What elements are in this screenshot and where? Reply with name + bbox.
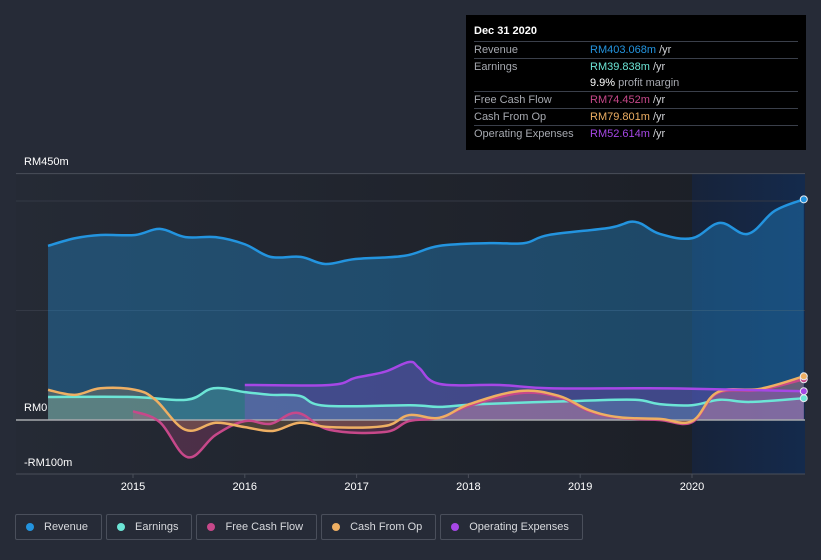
tooltip-value-number: RM403.068m bbox=[590, 44, 657, 56]
legend-dot-icon bbox=[26, 523, 34, 531]
legend-dot-icon bbox=[207, 523, 216, 531]
legend-dot-icon bbox=[332, 523, 341, 531]
legend-label: Revenue bbox=[44, 521, 89, 533]
legend-item-earnings[interactable]: Earnings bbox=[106, 514, 193, 540]
tooltip-value-unit: profit margin bbox=[615, 77, 680, 89]
legend-item-free-cash-flow[interactable]: Free Cash Flow bbox=[196, 514, 318, 540]
tooltip-value-number: 9.9% bbox=[590, 77, 616, 89]
tooltip-row: 9.9% profit margin bbox=[474, 75, 798, 91]
tooltip-value-unit: /yr bbox=[649, 128, 666, 140]
legend-label: Cash From Op bbox=[350, 521, 423, 533]
tooltip-value-number: RM74.452m bbox=[590, 94, 650, 106]
tooltip-value: RM39.838m /yr bbox=[590, 59, 665, 75]
earnings-endpoint bbox=[799, 394, 808, 403]
legend-label: Earnings bbox=[135, 521, 179, 533]
tooltip-row: Earnings RM39.838m /yr bbox=[474, 58, 798, 75]
tooltip-label: Free Cash Flow bbox=[474, 94, 552, 106]
legend-item-operating-expenses[interactable]: Operating Expenses bbox=[440, 514, 583, 540]
x-tick-label: 2019 bbox=[567, 481, 593, 493]
legend-item-revenue[interactable]: Revenue bbox=[15, 514, 103, 540]
y-tick-label: RM450m bbox=[24, 155, 69, 168]
tooltip-value: RM74.452m /yr bbox=[590, 92, 665, 108]
tooltip-label: Cash From Op bbox=[474, 111, 547, 123]
tooltip-row: Revenue RM403.068m /yr bbox=[474, 41, 798, 58]
x-tick-label: 2016 bbox=[232, 481, 258, 493]
legend-label: Operating Expenses bbox=[469, 521, 569, 533]
tooltip-value: RM52.614m /yr bbox=[590, 126, 665, 142]
tooltip-value-unit: /yr bbox=[649, 111, 666, 123]
x-tick-label: 2017 bbox=[344, 481, 369, 493]
legend-label: Free Cash Flow bbox=[225, 521, 304, 533]
tooltip-value-number: RM52.614m bbox=[590, 128, 650, 140]
tooltip: Dec 31 2020 Revenue RM403.068m /yr Earning… bbox=[466, 15, 806, 150]
x-tick-label: 2015 bbox=[120, 481, 146, 493]
x-tick-label: 2020 bbox=[679, 481, 705, 493]
y-tick-label: RM0 bbox=[24, 402, 48, 414]
legend-dot-icon bbox=[117, 523, 126, 531]
tooltip-row: Operating Expenses RM52.614m /yr bbox=[474, 125, 798, 142]
tooltip-value-number: RM79.801m bbox=[590, 111, 650, 123]
cash-from-op-endpoint bbox=[799, 372, 808, 381]
tooltip-value-unit: /yr bbox=[649, 94, 666, 106]
operating-expenses-endpoint bbox=[799, 387, 808, 396]
tooltip-label: Operating Expenses bbox=[474, 128, 574, 140]
tooltip-row: Free Cash Flow RM74.452m /yr bbox=[474, 91, 798, 108]
y-tick-label: -RM100m bbox=[24, 456, 73, 469]
tooltip-value: 9.9% profit margin bbox=[590, 75, 679, 91]
tooltip-date: Dec 31 2020 bbox=[474, 25, 537, 37]
tooltip-value-number: RM39.838m bbox=[590, 61, 650, 73]
tooltip-value-unit: /yr bbox=[649, 61, 666, 73]
tooltip-label bbox=[474, 75, 590, 91]
tooltip-label: Revenue bbox=[474, 44, 519, 56]
tooltip-value-unit: /yr bbox=[656, 44, 672, 56]
tooltip-label: Earnings bbox=[474, 61, 518, 73]
tooltip-row: Cash From Op RM79.801m /yr bbox=[474, 108, 798, 125]
tooltip-value: RM79.801m /yr bbox=[590, 109, 665, 125]
legend-dot-icon bbox=[451, 523, 460, 531]
tooltip-value: RM403.068m /yr bbox=[590, 42, 671, 58]
revenue-endpoint bbox=[799, 195, 808, 204]
legend: Revenue Earnings Free Cash Flow Cash From O… bbox=[15, 514, 583, 540]
legend-item-cash-from-op[interactable]: Cash From Op bbox=[321, 514, 437, 540]
x-tick-label: 2018 bbox=[456, 481, 481, 493]
